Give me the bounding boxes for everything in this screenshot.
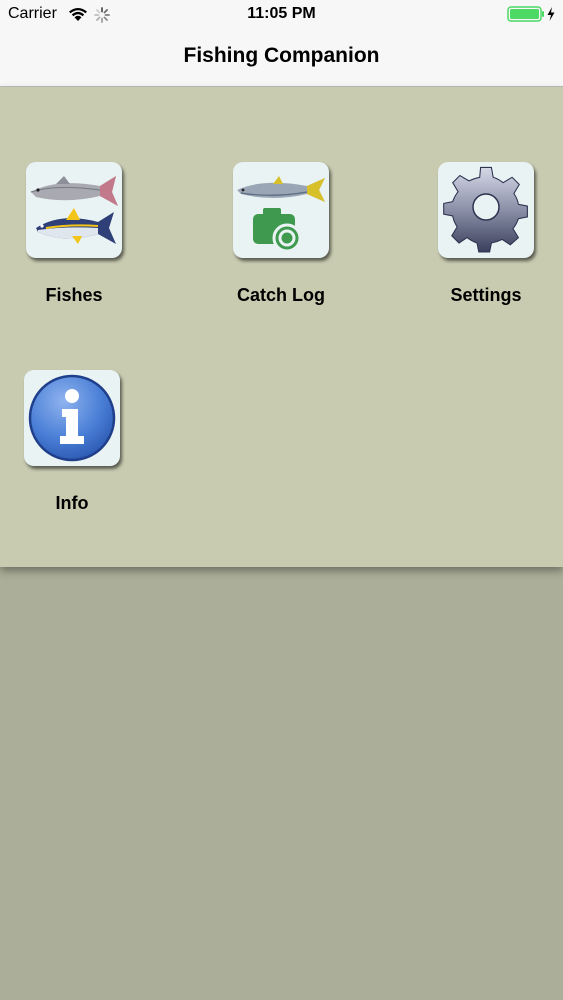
menu-item-label: Settings [450, 285, 522, 305]
main-menu-panel: Fishes Catch Log Settings Info [0, 87, 563, 567]
menu-item-info[interactable]: Info [2, 370, 142, 514]
catch-log-camera-icon [233, 162, 329, 258]
fishes-icon [26, 162, 122, 258]
menu-item-fishes[interactable]: Fishes [4, 162, 144, 306]
menu-item-label: Catch Log [237, 285, 325, 305]
battery-charging-icon [507, 6, 555, 22]
menu-item-settings[interactable]: Settings [416, 162, 556, 306]
gear-icon [438, 162, 534, 258]
page-title: Fishing Companion [183, 44, 380, 67]
menu-item-label: Info [55, 493, 89, 513]
menu-item-label: Fishes [45, 285, 103, 305]
top-bar: Carrier 11:05 PM Fishing Companion [0, 0, 563, 87]
status-time: 11:05 PM [247, 5, 316, 22]
info-icon [24, 370, 120, 466]
status-bar: Carrier 11:05 PM [0, 0, 563, 30]
menu-item-catch-log[interactable]: Catch Log [211, 162, 351, 306]
